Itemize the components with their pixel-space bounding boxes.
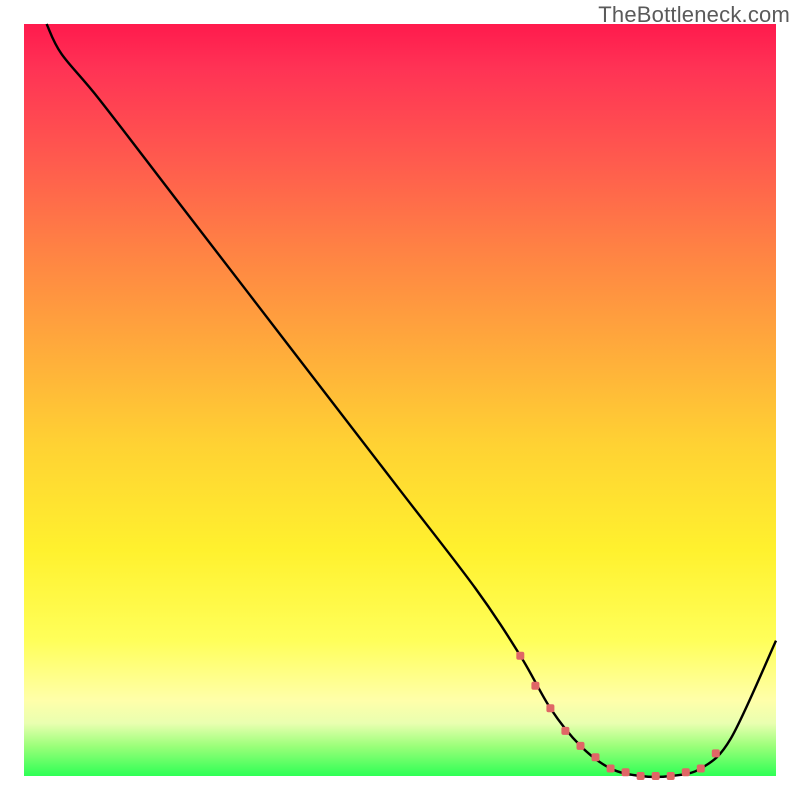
- dotted-point: [652, 772, 660, 780]
- dotted-point: [531, 682, 539, 690]
- dotted-point: [667, 772, 675, 780]
- dotted-point: [561, 727, 569, 735]
- dotted-point: [577, 742, 585, 750]
- chart-svg: [24, 24, 776, 776]
- dotted-point: [546, 704, 554, 712]
- dotted-point: [516, 652, 524, 660]
- dotted-point: [697, 765, 705, 773]
- dotted-point: [682, 768, 690, 776]
- dotted-segment: [516, 652, 720, 780]
- dotted-point: [637, 772, 645, 780]
- dotted-point: [712, 749, 720, 757]
- chart-container: TheBottleneck.com: [0, 0, 800, 800]
- bottleneck-curve-path: [47, 24, 776, 777]
- dotted-point: [592, 753, 600, 761]
- dotted-point: [607, 765, 615, 773]
- dotted-point: [622, 768, 630, 776]
